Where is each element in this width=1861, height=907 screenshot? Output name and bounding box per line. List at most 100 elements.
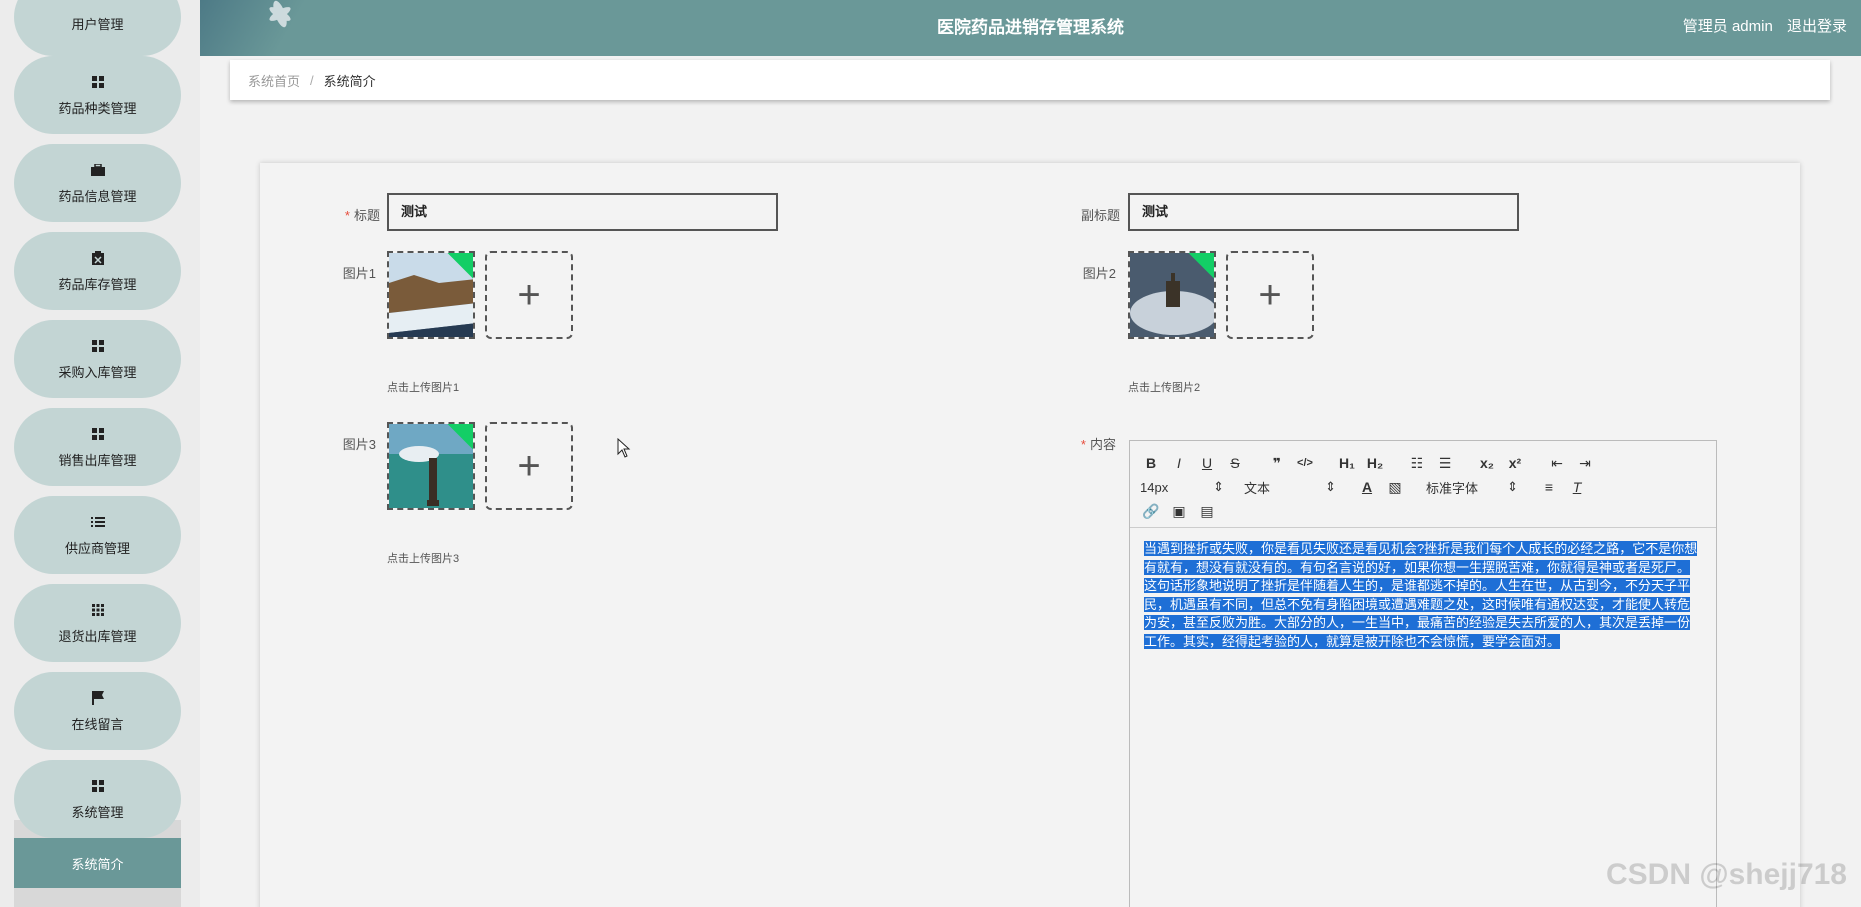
plus-icon: + <box>517 273 541 317</box>
italic-icon[interactable]: I <box>1168 453 1190 473</box>
breadcrumb: 系统首页 / 系统简介 <box>230 60 1830 100</box>
sidebar-item-drug-categories[interactable]: 药品种类管理 <box>14 56 181 134</box>
blockquote-icon[interactable]: ❞ <box>1266 453 1288 473</box>
image1-label: 图片1 <box>342 266 376 281</box>
sidebar-item-label: 销售出库管理 <box>58 452 137 468</box>
user-area: 管理员 admin 退出登录 <box>1673 0 1847 56</box>
strikethrough-icon[interactable]: S <box>1224 453 1246 473</box>
image2-thumbnail[interactable] <box>1128 251 1216 339</box>
image3-upload-button[interactable]: + <box>485 422 573 510</box>
image1-upload-tip: 点击上传图片1 <box>387 382 460 394</box>
content-label: * 内容 <box>1060 434 1116 453</box>
required-mark: * <box>1080 437 1086 452</box>
code-block-icon[interactable]: </> <box>1294 453 1316 473</box>
watermark: CSDN @shejj718 <box>1605 858 1847 891</box>
superscript-icon[interactable]: x² <box>1504 453 1526 473</box>
required-mark: * <box>344 208 350 223</box>
sidebar-item-drug-info[interactable]: 药品信息管理 <box>14 144 181 222</box>
image2-upload-tip: 点击上传图片2 <box>1128 382 1201 394</box>
grid-icon <box>90 426 106 442</box>
form-card: * 标题 测试 副标题 测试 图片1 + 点击上传图片1 图片2 + 点击上传图片… <box>260 163 1800 907</box>
sidebar-item-label: 药品种类管理 <box>58 100 137 116</box>
app-title: 医院药品进销存管理系统 <box>937 18 1124 37</box>
subtitle-label: 副标题 <box>1080 208 1120 223</box>
breadcrumb-current: 系统简介 <box>323 73 376 89</box>
rich-text-editor: B I U S ❞ </> H₁ H₂ ☷ ☰ x₂ x² ⇤ ⇥ 14px ⇕… <box>1129 440 1717 907</box>
sidebar-item-label: 药品库存管理 <box>58 276 137 292</box>
image3-upload-tip: 点击上传图片3 <box>387 553 460 565</box>
sidebar: 用户管理 药品种类管理 药品信息管理 药品库存管理 采购入库管理 销售出库管理 … <box>0 0 200 907</box>
heading1-icon[interactable]: H₁ <box>1336 453 1358 473</box>
sidebar-subitem-system-intro[interactable]: 系统简介 <box>14 838 181 888</box>
select-arrows-icon: ⇕ <box>1507 479 1518 494</box>
video-icon[interactable]: ▤ <box>1196 501 1218 521</box>
sidebar-item-system[interactable]: 系统管理 <box>14 760 181 838</box>
link-icon[interactable]: 🔗 <box>1140 501 1162 521</box>
clear-format-icon[interactable]: T <box>1566 477 1588 497</box>
plus-icon: + <box>517 444 541 488</box>
clipboard-icon <box>90 250 106 266</box>
image1-thumbnail[interactable] <box>387 251 475 339</box>
font-family-select[interactable]: 标准字体 ⇕ <box>1426 478 1518 497</box>
apps-icon <box>90 602 106 618</box>
font-family-value: 标准字体 <box>1426 480 1479 496</box>
briefcase-icon <box>90 162 106 178</box>
sidebar-item-messages[interactable]: 在线留言 <box>14 672 181 750</box>
admin-label: 管理员 admin <box>1682 18 1773 35</box>
background-color-icon[interactable]: ▧ <box>1384 477 1406 497</box>
outdent-icon[interactable]: ⇤ <box>1546 453 1568 473</box>
editor-toolbar: B I U S ❞ </> H₁ H₂ ☷ ☰ x₂ x² ⇤ ⇥ 14px ⇕… <box>1130 441 1716 528</box>
breadcrumb-separator: / <box>310 72 314 88</box>
sidebar-item-label: 退货出库管理 <box>58 628 137 644</box>
image1-upload-button[interactable]: + <box>485 251 573 339</box>
bullet-list-icon[interactable]: ☰ <box>1434 453 1456 473</box>
logout-link[interactable]: 退出登录 <box>1787 18 1847 35</box>
editor-content-area[interactable]: 当遇到挫折或失败，你是看见失败还是看见机会?挫折是我们每个人成长的必经之路，它不… <box>1130 528 1716 663</box>
title-input[interactable]: 测试 <box>387 193 778 231</box>
font-size-value: 14px <box>1140 479 1169 495</box>
sidebar-item-sales-out[interactable]: 销售出库管理 <box>14 408 181 486</box>
title-label-text: 标题 <box>353 208 380 223</box>
flag-icon <box>90 690 106 706</box>
image3-label: 图片3 <box>342 437 376 452</box>
plus-icon: + <box>1258 273 1282 317</box>
breadcrumb-home[interactable]: 系统首页 <box>248 71 300 90</box>
ordered-list-icon[interactable]: ☷ <box>1406 453 1428 473</box>
heading2-icon[interactable]: H₂ <box>1364 453 1386 473</box>
editor-content-text: 当遇到挫折或失败，你是看见失败还是看见机会?挫折是我们每个人成长的必经之路，它不… <box>1144 541 1698 649</box>
grid-icon <box>90 338 106 354</box>
sidebar-item-returns-out[interactable]: 退货出库管理 <box>14 584 181 662</box>
sidebar-item-purchase-in[interactable]: 采购入库管理 <box>14 320 181 398</box>
sidebar-item-drug-stock[interactable]: 药品库存管理 <box>14 232 181 310</box>
grid-icon <box>90 74 106 90</box>
subtitle-input[interactable]: 测试 <box>1128 193 1519 231</box>
list-icon <box>90 514 106 530</box>
select-arrows-icon: ⇕ <box>1213 479 1224 494</box>
title-label: * 标题 <box>320 205 380 224</box>
top-header: 医院药品进销存管理系统 管理员 admin 退出登录 <box>200 0 1861 56</box>
underline-icon[interactable]: U <box>1196 453 1218 473</box>
content-label-text: 内容 <box>1089 437 1116 452</box>
sidebar-item-label: 在线留言 <box>71 716 124 732</box>
sidebar-item-suppliers[interactable]: 供应商管理 <box>14 496 181 574</box>
select-arrows-icon: ⇕ <box>1325 479 1336 494</box>
mouse-cursor-icon <box>617 438 631 458</box>
block-type-select[interactable]: 文本 ⇕ <box>1244 478 1336 497</box>
image-icon[interactable]: ▣ <box>1168 501 1190 521</box>
sidebar-item-users[interactable]: 用户管理 <box>14 0 181 56</box>
image2-label: 图片2 <box>1082 266 1116 281</box>
block-type-value: 文本 <box>1244 480 1271 496</box>
indent-icon[interactable]: ⇥ <box>1574 453 1596 473</box>
image3-thumbnail[interactable] <box>387 422 475 510</box>
grid-icon <box>90 778 106 794</box>
sidebar-item-label: 供应商管理 <box>64 540 130 556</box>
image2-upload-button[interactable]: + <box>1226 251 1314 339</box>
align-icon[interactable]: ≡ <box>1538 477 1560 497</box>
sidebar-item-label: 采购入库管理 <box>58 364 137 380</box>
font-color-icon[interactable]: A <box>1356 477 1378 497</box>
sidebar-item-label: 用户管理 <box>71 16 124 32</box>
subscript-icon[interactable]: x₂ <box>1476 453 1498 473</box>
font-size-select[interactable]: 14px ⇕ <box>1140 479 1224 495</box>
sidebar-item-label: 药品信息管理 <box>58 188 137 204</box>
bold-icon[interactable]: B <box>1140 453 1162 473</box>
